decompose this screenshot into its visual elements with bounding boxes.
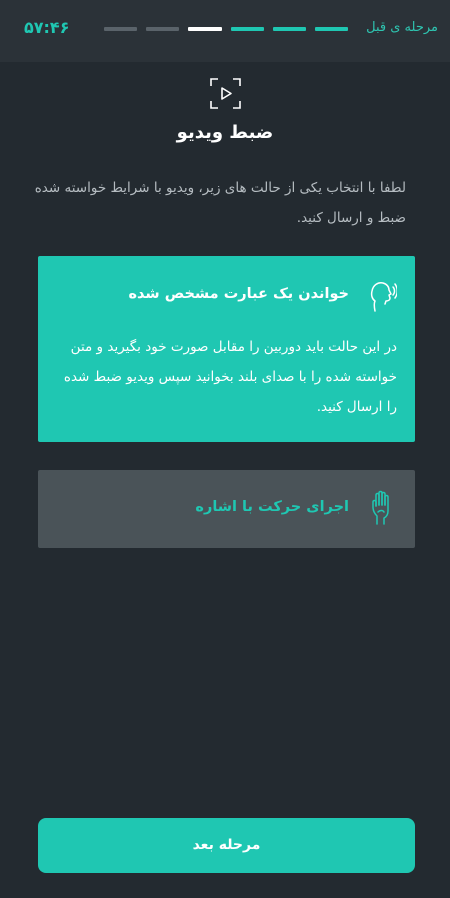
top-bar: ۵۷:۴۶ مرحله ی قبل (0, 0, 450, 62)
hand-gesture-icon (372, 490, 389, 525)
progress-step (314, 27, 349, 31)
option-hand-gesture[interactable]: اجرای حرکت با اشاره (38, 470, 415, 548)
option-description: در این حالت باید دوربین را مقابل صورت خو… (63, 339, 397, 415)
step-progress (104, 27, 349, 31)
instructions-text: لطفا با انتخاب یکی از حالت های زیر، ویدی… (34, 180, 406, 226)
progress-step (272, 27, 306, 31)
page-title: ضبط ویدیو (176, 122, 274, 143)
speaking-head-icon (370, 282, 397, 312)
next-step-button[interactable]: مرحله بعد (38, 818, 415, 873)
option-read-phrase[interactable]: خواندن یک عبارت مشخص شده در این حالت بای… (38, 256, 415, 442)
previous-step-link[interactable]: مرحله ی قبل (366, 20, 438, 35)
countdown-timer: ۵۷:۴۶ (24, 18, 70, 37)
video-frame-play-icon (210, 78, 241, 109)
progress-step (230, 27, 264, 31)
progress-step (146, 27, 180, 31)
progress-step-current (188, 27, 222, 31)
option-title: خواندن یک عبارت مشخص شده (128, 286, 349, 302)
progress-step (104, 27, 138, 31)
option-title: اجرای حرکت با اشاره (195, 499, 349, 515)
